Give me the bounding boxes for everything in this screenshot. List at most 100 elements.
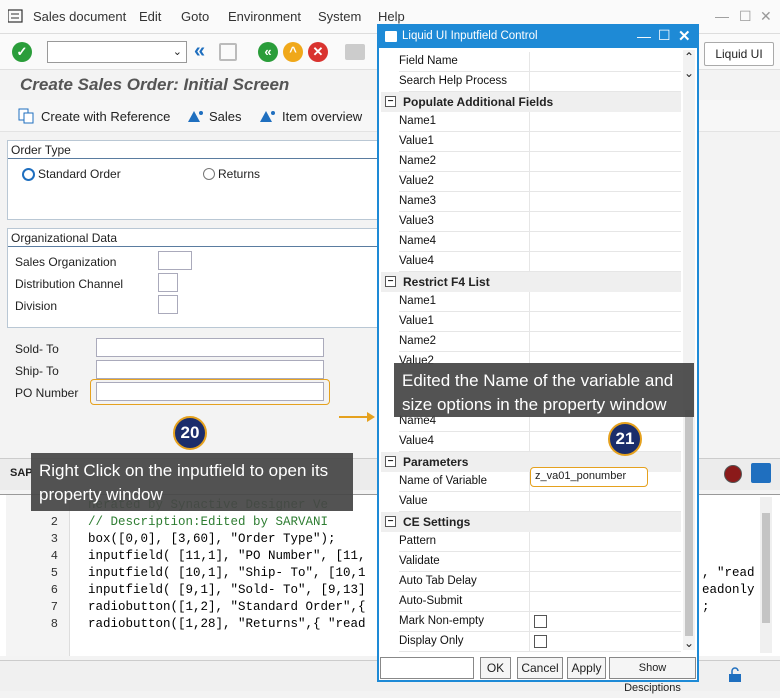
dialog-minimize-icon[interactable]: — — [637, 28, 651, 44]
property-row[interactable]: Name2 — [399, 152, 681, 172]
property-row[interactable]: Auto Tab Delay — [399, 572, 681, 592]
save-script-icon[interactable] — [751, 463, 771, 483]
editor-scroll-thumb[interactable] — [762, 513, 770, 623]
property-row[interactable]: Display Only — [399, 632, 681, 652]
property-row[interactable]: Value4 — [399, 252, 681, 272]
create-with-reference-button[interactable]: Create with Reference — [41, 109, 170, 124]
cancel-icon[interactable]: ✕ — [308, 42, 328, 62]
exit-icon[interactable]: ^ — [283, 42, 303, 62]
sap-menu-icon[interactable] — [7, 9, 24, 23]
save-icon[interactable] — [219, 43, 237, 61]
category-ce-settings[interactable]: − CE Settings — [381, 512, 681, 532]
item-overview-icon — [258, 108, 276, 124]
property-row[interactable]: Mark Non-empty — [399, 612, 681, 632]
sales-organization-field[interactable] — [158, 251, 192, 270]
dialog-search-field[interactable] — [380, 657, 474, 679]
property-row[interactable]: Value1 — [399, 132, 681, 152]
inputfield-control-dialog: Liquid UI Inputfield Control — ☐ ✕ Field… — [377, 24, 699, 694]
category-populate-additional-fields[interactable]: − Populate Additional Fields — [381, 92, 681, 112]
mark-non-empty-checkbox[interactable] — [534, 615, 547, 628]
code-line: inputfield( [10,1], "Ship- To", [10,1 — [88, 566, 366, 580]
back-arrows-icon[interactable]: « — [194, 40, 205, 63]
code-line: inputfield( [9,1], "Sold- To", [9,13] — [88, 583, 366, 597]
left-callout: Right Click on the inputfield to open it… — [31, 453, 353, 511]
dialog-close-icon[interactable]: ✕ — [678, 27, 691, 45]
scroll-up-icon[interactable]: ⌃ — [684, 50, 694, 64]
sold-to-field[interactable] — [96, 338, 324, 357]
liquid-ui-button[interactable]: Liquid UI — [704, 42, 774, 66]
collapse-icon[interactable]: − — [385, 516, 396, 527]
item-overview-button[interactable]: Item overview — [282, 109, 362, 124]
close-icon[interactable]: ✕ — [760, 8, 772, 25]
code-line-overflow: , "read — [702, 566, 755, 580]
line-gutter: 2 3 4 5 6 7 8 — [6, 495, 70, 656]
menu-edit[interactable]: Edit — [139, 9, 161, 24]
display-only-checkbox[interactable] — [534, 635, 547, 648]
menu-system[interactable]: System — [318, 9, 361, 24]
pointer-arrow-icon — [337, 410, 377, 424]
property-row[interactable]: Value — [399, 492, 681, 512]
record-icon[interactable] — [724, 465, 742, 483]
property-row[interactable]: Value3 — [399, 212, 681, 232]
menu-environment[interactable]: Environment — [228, 9, 301, 24]
step-badge-21: 21 — [608, 422, 642, 456]
sold-to-label: Sold- To — [15, 342, 59, 356]
maximize-icon[interactable]: ☐ — [739, 8, 752, 25]
back-icon[interactable]: « — [258, 42, 278, 62]
sales-organization-label: Sales Organization — [15, 255, 117, 269]
line-number: 3 — [50, 532, 58, 546]
scroll-down-icon[interactable]: ⌄ — [684, 66, 694, 80]
returns-radio[interactable] — [203, 168, 215, 180]
ship-to-field[interactable] — [96, 360, 324, 379]
property-row[interactable]: Field Name — [399, 52, 681, 72]
property-row[interactable]: Name1 — [399, 292, 681, 312]
enter-icon[interactable]: ✓ — [12, 42, 32, 62]
property-row[interactable]: Value1 — [399, 312, 681, 332]
property-row[interactable]: Auto-Submit — [399, 592, 681, 612]
org-data-title: Organizational Data — [8, 229, 379, 247]
cancel-button[interactable]: Cancel — [517, 657, 563, 679]
menu-help[interactable]: Help — [378, 9, 405, 24]
property-row[interactable]: Name3 — [399, 192, 681, 212]
dialog-scrollbar[interactable]: ⌃ ⌄ ⌄ — [683, 50, 695, 650]
property-row[interactable]: Search Help Process — [399, 72, 681, 92]
ok-button[interactable]: OK — [480, 657, 511, 679]
code-line: inputfield( [11,1], "PO Number", [11, — [88, 549, 366, 563]
menu-goto[interactable]: Goto — [181, 9, 209, 24]
property-row[interactable]: Pattern — [399, 532, 681, 552]
collapse-icon[interactable]: − — [385, 456, 396, 467]
create-reference-icon — [18, 108, 34, 124]
variable-name-value[interactable]: z_va01_ponumber — [530, 467, 648, 487]
command-field[interactable]: ⌄ — [47, 41, 187, 63]
dialog-maximize-icon[interactable]: ☐ — [658, 27, 671, 44]
property-row[interactable]: Name2 — [399, 332, 681, 352]
line-number: 4 — [50, 549, 58, 563]
editor-scrollbar[interactable] — [760, 497, 772, 653]
apply-button[interactable]: Apply — [567, 657, 606, 679]
code-line-overflow: ; — [702, 600, 710, 614]
minimize-icon[interactable]: — — [715, 8, 729, 24]
property-row[interactable]: Value2 — [399, 172, 681, 192]
print-icon[interactable] — [345, 44, 365, 60]
line-number: 7 — [50, 600, 58, 614]
code-line: box([0,0], [3,60], "Order Type"); — [88, 532, 336, 546]
dialog-scroll-thumb[interactable] — [685, 410, 693, 636]
code-line-overflow: eadonly — [702, 583, 755, 597]
ship-to-label: Ship- To — [15, 364, 59, 378]
collapse-icon[interactable]: − — [385, 96, 396, 107]
category-restrict-f4-list[interactable]: − Restrict F4 List — [381, 272, 681, 292]
sales-button[interactable]: Sales — [209, 109, 242, 124]
sales-icon — [186, 108, 204, 124]
division-field[interactable] — [158, 295, 178, 314]
collapse-icon[interactable]: − — [385, 276, 396, 287]
property-row[interactable]: Name1 — [399, 112, 681, 132]
po-number-highlight — [90, 379, 330, 405]
distribution-channel-field[interactable] — [158, 273, 178, 292]
line-number: 2 — [50, 515, 58, 529]
standard-order-radio[interactable] — [22, 168, 35, 181]
property-row[interactable]: Name4 — [399, 232, 681, 252]
scroll-down-bottom-icon[interactable]: ⌄ — [684, 636, 694, 650]
property-row[interactable]: Validate — [399, 552, 681, 572]
show-descriptions-button[interactable]: Show Desciptions — [609, 657, 696, 694]
menu-sales-document[interactable]: Sales document — [33, 9, 126, 24]
